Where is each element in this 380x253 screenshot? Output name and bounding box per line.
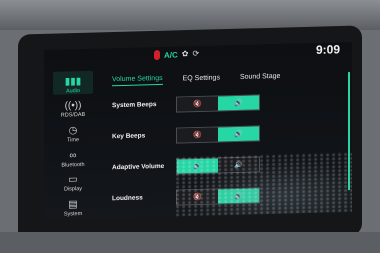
ac-label: A/C	[164, 50, 178, 60]
setting-label: Adaptive Volume	[112, 162, 165, 172]
speaker-icon: 🔊	[234, 130, 243, 138]
on-option-button[interactable]: 🔊	[218, 94, 259, 110]
sidebar-item-label: System	[63, 211, 83, 218]
infotainment-screen: A/C ✿ ⟳ 9:09 ▮▮▮ Audio ((•)) RDS/DAB ◷ Time ∞ B…	[44, 41, 352, 221]
sidebar-item-label: RDS/DAB	[60, 112, 86, 119]
settings-sidebar: ▮▮▮ Audio ((•)) RDS/DAB ◷ Time ∞ Bluetooth ▭ Disp…	[50, 70, 96, 218]
tab-eq-settings[interactable]: EQ Settings	[183, 72, 220, 84]
sidebar-item-label: Display	[63, 186, 83, 193]
sidebar-item-display[interactable]: ▭ Display	[53, 169, 93, 193]
on-option-button[interactable]: 🔊	[218, 125, 259, 141]
setting-label: Loudness	[112, 194, 143, 203]
mute-icon: 🔇	[193, 100, 202, 108]
off-option-button[interactable]: 🔇	[177, 95, 218, 112]
toggle-control: 🔇🔊	[176, 124, 260, 144]
off-option-button[interactable]: 🔇	[177, 126, 218, 143]
fan-icon: ✿	[181, 49, 189, 59]
sidebar-item-rds-dab[interactable]: ((•)) RDS/DAB	[53, 95, 93, 119]
tab-sound-stage[interactable]: Sound Stage	[240, 70, 280, 82]
tab-volume-settings[interactable]: Volume Settings	[112, 72, 163, 87]
recirculation-icon: ⟳	[192, 48, 200, 59]
clock: 9:09	[315, 42, 340, 57]
sidebar-item-time[interactable]: ◷ Time	[53, 120, 93, 144]
sound-wave-graphic	[174, 151, 352, 217]
clock-icon: ◷	[68, 125, 78, 137]
sidebar-item-label: Bluetooth	[61, 161, 85, 169]
system-icon: ▤	[68, 199, 78, 211]
sidebar-item-system[interactable]: ▤ System	[53, 194, 93, 218]
setting-label: Key Beeps	[112, 132, 146, 141]
speaker-icon: 🔊	[234, 99, 243, 107]
display-icon: ▭	[68, 174, 78, 186]
bars-icon: ▮▮▮	[64, 75, 82, 88]
mute-icon: 🔇	[193, 131, 202, 139]
setting-label: System Beeps	[112, 101, 157, 110]
heater-icon	[154, 49, 160, 61]
radio-icon: ((•))	[64, 100, 82, 112]
sidebar-item-label: Audio	[65, 87, 81, 95]
climate-status[interactable]: A/C ✿ ⟳	[154, 48, 199, 61]
bluetooth-icon: ∞	[69, 149, 77, 162]
sidebar-item-label: Time	[66, 137, 80, 144]
sidebar-item-audio[interactable]: ▮▮▮ Audio	[53, 70, 93, 95]
sidebar-item-bluetooth[interactable]: ∞ Bluetooth	[53, 145, 93, 169]
dashboard-lower-trim	[0, 232, 380, 253]
toggle-control: 🔇🔊	[176, 93, 260, 113]
